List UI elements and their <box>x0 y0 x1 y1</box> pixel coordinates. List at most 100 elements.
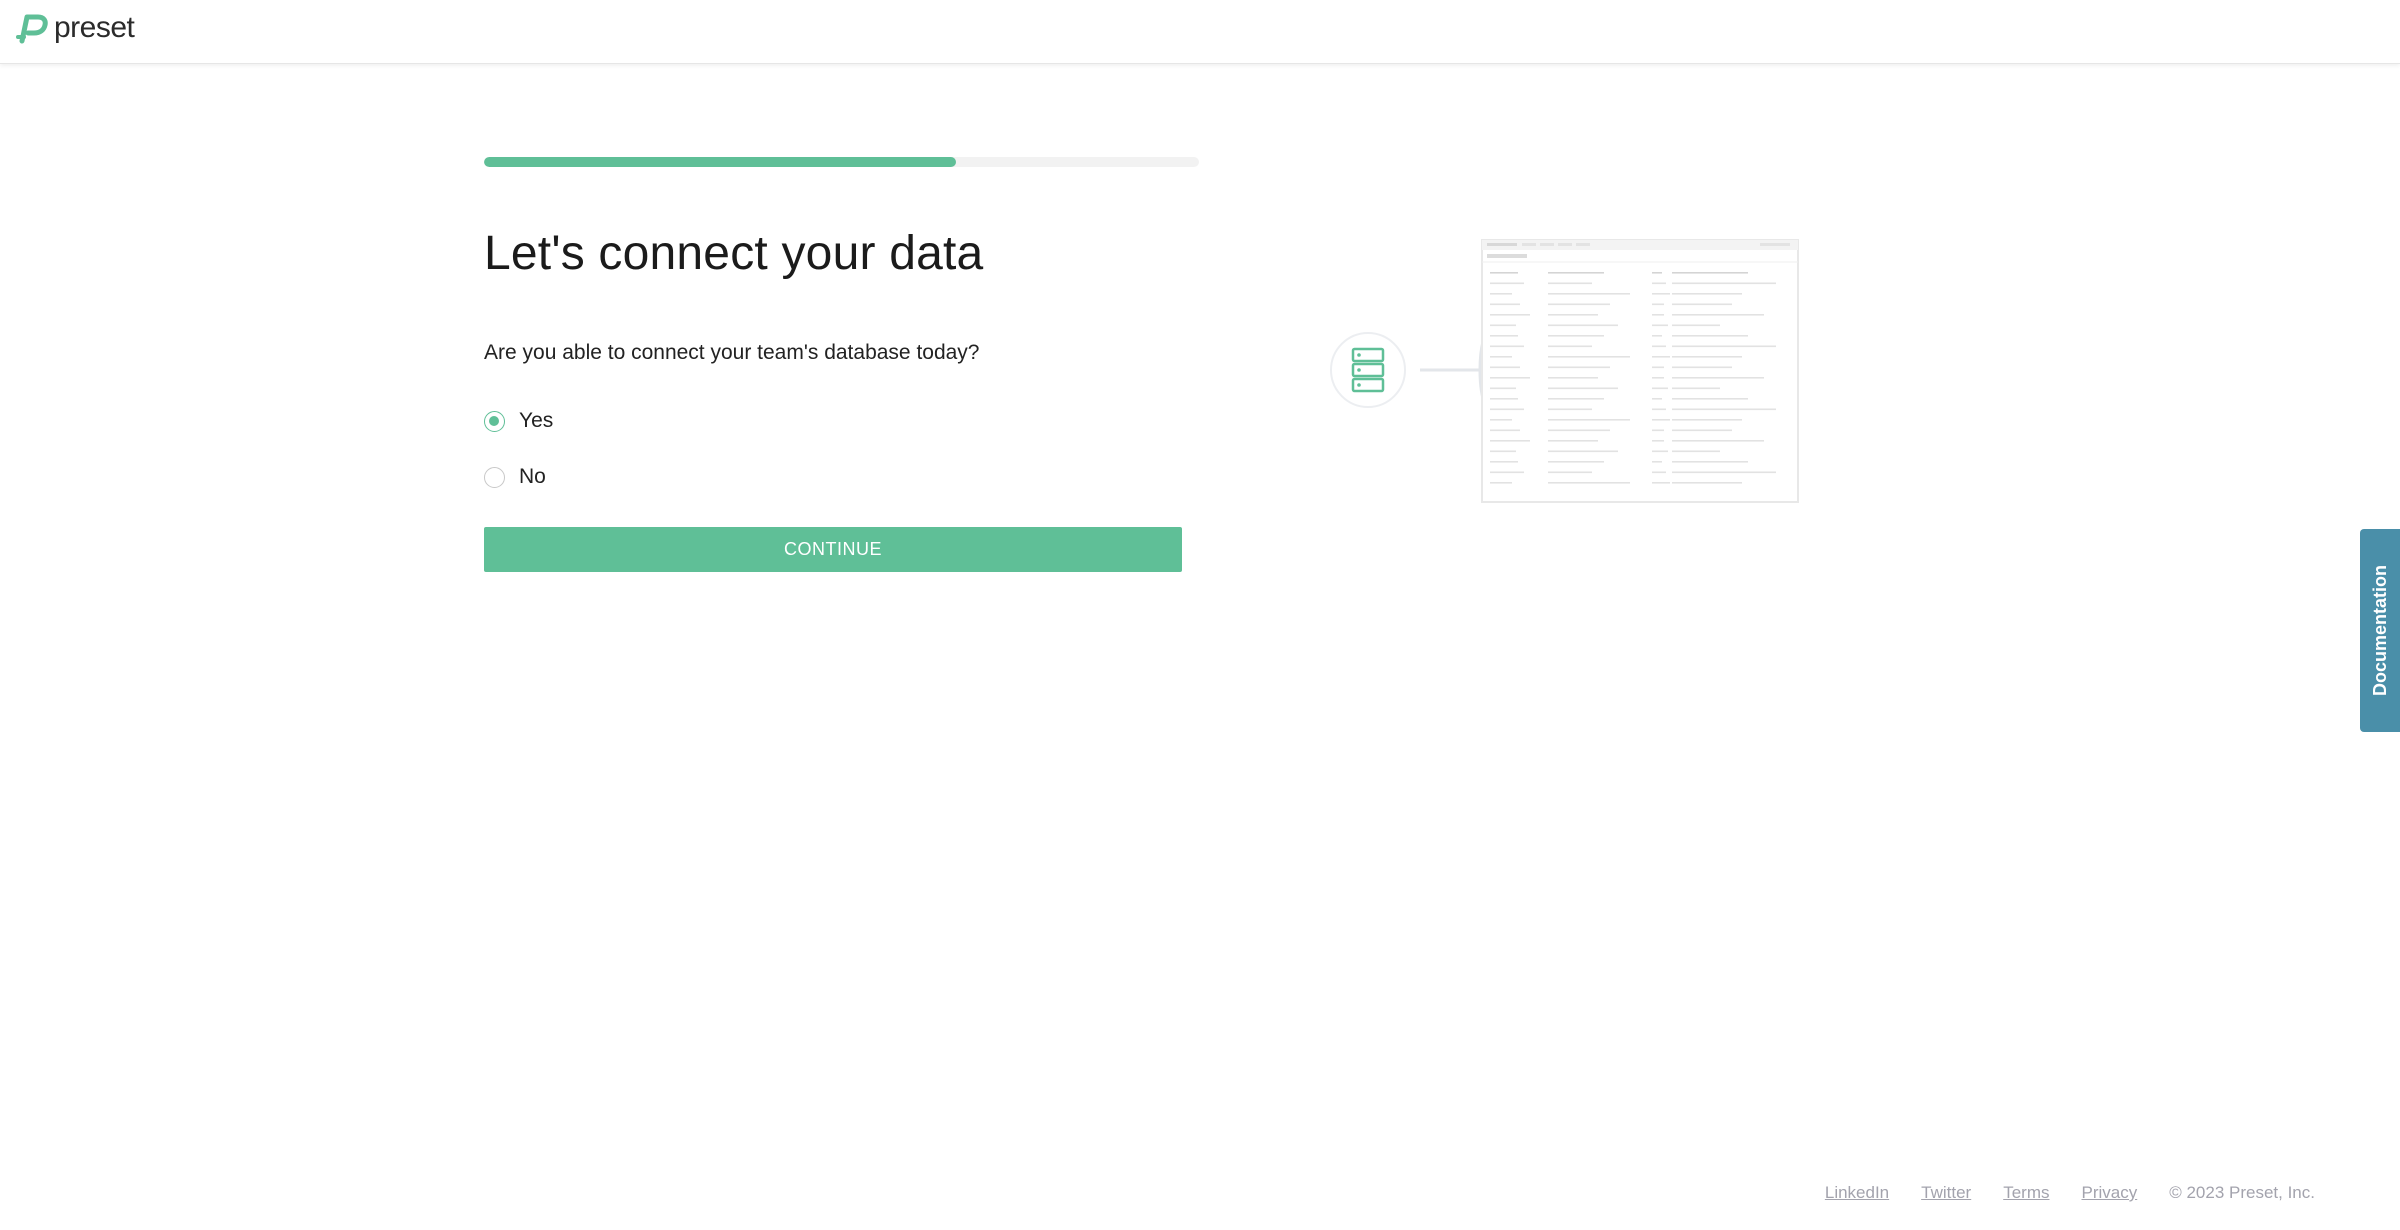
table-placeholder-line <box>1490 471 1524 474</box>
table-placeholder-line <box>1652 377 1664 379</box>
page-title: Let's connect your data <box>484 227 984 280</box>
footer: LinkedIn Twitter Terms Privacy © 2023 Pr… <box>1825 1183 2315 1203</box>
table-placeholder-line <box>1652 272 1662 274</box>
table-placeholder-line <box>1672 440 1764 442</box>
table-placeholder-line <box>1548 398 1604 400</box>
table-placeholder-line <box>1672 461 1748 463</box>
footer-link-terms[interactable]: Terms <box>2003 1183 2049 1203</box>
table-placeholder-line <box>1548 303 1610 306</box>
table-placeholder-line <box>1672 387 1720 390</box>
table-placeholder-line <box>1490 482 1512 484</box>
table-placeholder-line <box>1672 293 1742 295</box>
preset-logo-icon <box>16 14 48 44</box>
table-placeholder-line <box>1548 440 1598 442</box>
table-placeholder-line <box>1652 419 1670 421</box>
table-placeholder-line <box>1490 345 1524 348</box>
table-placeholder-line <box>1672 356 1742 358</box>
table-placeholder-line <box>1672 303 1732 306</box>
table-placeholder-line <box>1652 293 1670 295</box>
table-placeholder-line <box>1652 314 1664 316</box>
table-placeholder-line <box>1490 282 1524 285</box>
option-yes-label: Yes <box>519 409 554 432</box>
table-placeholder-line <box>1672 419 1742 421</box>
table-placeholder-line <box>1548 450 1618 453</box>
progress-fill <box>484 157 956 167</box>
table-placeholder-line <box>1672 335 1748 337</box>
option-no[interactable]: No <box>484 465 546 489</box>
table-placeholder-line <box>1490 314 1530 316</box>
table-placeholder-line <box>1490 335 1518 337</box>
table-placeholder-line <box>1672 408 1776 411</box>
table-placeholder-line <box>1548 419 1630 421</box>
table-placeholder-line <box>1490 408 1524 411</box>
database-icon <box>1330 332 1406 408</box>
table-placeholder-line <box>1652 366 1664 369</box>
footer-link-linkedin[interactable]: LinkedIn <box>1825 1183 1889 1203</box>
table-placeholder-line <box>1490 398 1518 400</box>
table-placeholder-line <box>1548 461 1604 463</box>
table-placeholder-line <box>1652 461 1662 463</box>
footer-link-privacy[interactable]: Privacy <box>2081 1183 2137 1203</box>
table-placeholder-line <box>1672 345 1776 348</box>
table-placeholder-line <box>1548 335 1604 337</box>
table-placeholder-line <box>1548 272 1604 274</box>
question-text: Are you able to connect your team's data… <box>484 341 980 364</box>
table-placeholder-line <box>1652 345 1666 348</box>
table-placeholder-line <box>1548 377 1598 379</box>
table-placeholder-line <box>1652 303 1664 306</box>
table-placeholder-line <box>1672 282 1776 285</box>
radio-no[interactable] <box>484 466 505 488</box>
table-preview <box>1481 239 1799 503</box>
top-navigation-bar: preset <box>0 0 2400 64</box>
table-placeholder-line <box>1548 324 1618 327</box>
connect-data-illustration <box>1330 239 1799 503</box>
table-placeholder-line <box>1672 398 1748 400</box>
table-placeholder-line <box>1490 450 1516 453</box>
table-placeholder-line <box>1490 440 1530 442</box>
table-placeholder-line <box>1672 377 1764 379</box>
table-placeholder-line <box>1652 387 1668 390</box>
documentation-tab-label: Documentation <box>2369 564 2390 697</box>
logo-text: preset <box>54 11 135 44</box>
table-placeholder-line <box>1548 482 1630 484</box>
table-placeholder-line <box>1672 366 1732 369</box>
table-placeholder-line <box>1652 450 1668 453</box>
table-placeholder-line <box>1548 471 1592 474</box>
table-placeholder-line <box>1672 429 1732 432</box>
table-placeholder-line <box>1548 387 1618 390</box>
table-placeholder-line <box>1672 314 1764 316</box>
table-placeholder-line <box>1652 282 1666 285</box>
table-placeholder-line <box>1490 461 1518 463</box>
table-placeholder-line <box>1652 398 1662 400</box>
radio-yes[interactable] <box>484 410 505 432</box>
table-placeholder-line <box>1490 303 1520 306</box>
table-placeholder-line <box>1548 408 1592 411</box>
table-placeholder-line <box>1652 335 1662 337</box>
table-placeholder-line <box>1672 324 1720 327</box>
table-placeholder-line <box>1672 272 1748 274</box>
table-placeholder-line <box>1652 471 1666 474</box>
continue-button[interactable]: CONTINUE <box>484 527 1182 572</box>
table-placeholder-line <box>1672 471 1776 474</box>
table-placeholder-line <box>1490 366 1520 369</box>
table-placeholder-line <box>1548 282 1592 285</box>
option-no-label: No <box>519 465 546 488</box>
onboarding-progress-bar <box>484 157 1199 167</box>
table-placeholder-line <box>1490 419 1512 421</box>
documentation-side-tab[interactable]: Documentation <box>2360 529 2400 732</box>
table-placeholder-line <box>1490 377 1530 379</box>
table-placeholder-line <box>1490 293 1512 295</box>
preset-logo[interactable]: preset <box>14 10 135 46</box>
footer-copyright: © 2023 Preset, Inc. <box>2169 1183 2315 1202</box>
table-placeholder-line <box>1548 366 1610 369</box>
table-placeholder-line <box>1652 324 1668 327</box>
table-placeholder-line <box>1490 272 1518 274</box>
table-placeholder-line <box>1548 429 1610 432</box>
option-yes[interactable]: Yes <box>484 409 553 433</box>
table-placeholder-line <box>1672 482 1742 484</box>
table-placeholder-line <box>1652 440 1664 442</box>
footer-link-twitter[interactable]: Twitter <box>1921 1183 1971 1203</box>
table-placeholder-line <box>1490 429 1520 432</box>
table-placeholder-line <box>1652 429 1664 432</box>
table-placeholder-line <box>1490 324 1516 327</box>
